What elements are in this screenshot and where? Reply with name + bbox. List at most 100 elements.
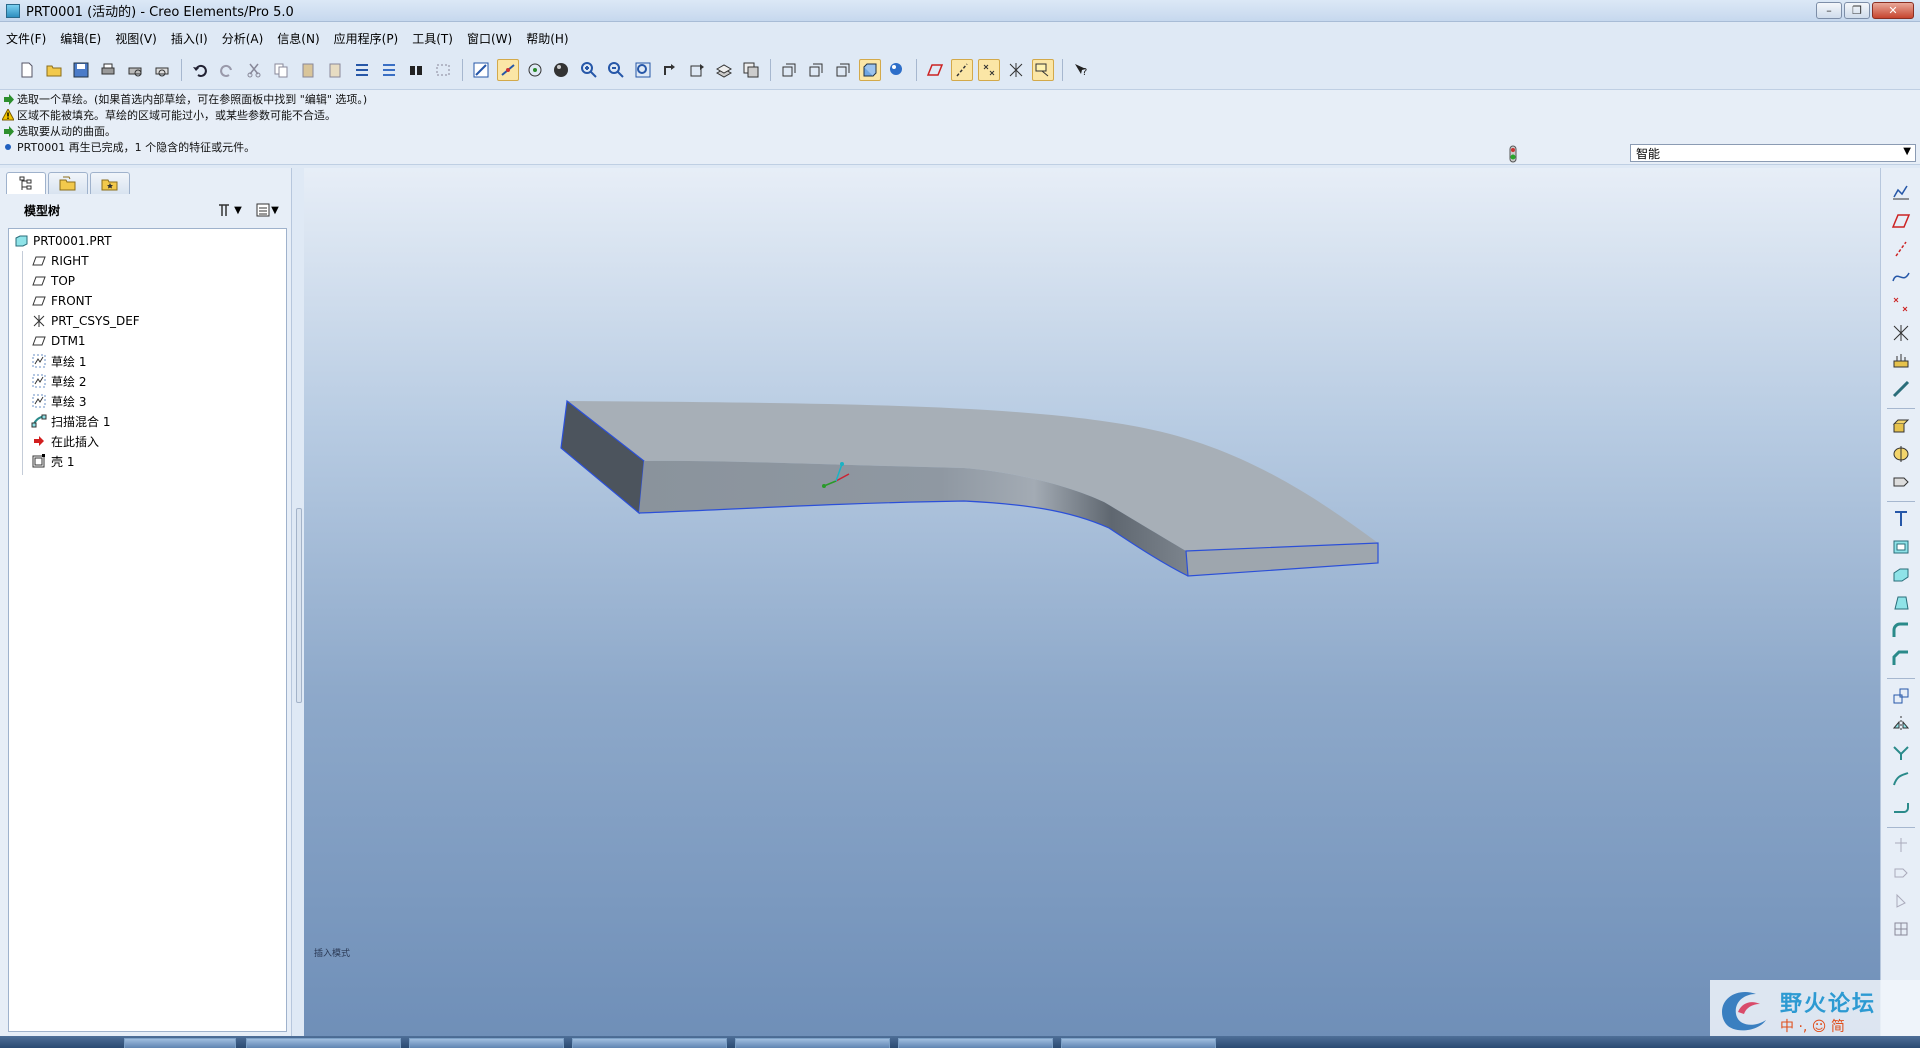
tree-item-front[interactable]: FRONT [9, 291, 286, 311]
menu-info[interactable]: 信息(N) [277, 30, 319, 47]
menu-edit[interactable]: 编辑(E) [60, 30, 101, 47]
tree-item-shell[interactable]: 壳 1 [9, 451, 286, 471]
tree-item-part[interactable]: PRT0001.PRT [9, 231, 286, 251]
datum-curve-tool-button[interactable] [1888, 264, 1914, 290]
layers-button[interactable] [713, 59, 735, 81]
save-button[interactable] [70, 59, 92, 81]
tree-settings-button[interactable]: ▼ [214, 200, 244, 220]
trim-tool-button[interactable] [1888, 767, 1914, 793]
tree-item-insert-here[interactable]: 在此插入 [9, 431, 286, 451]
regenerate-button[interactable] [351, 59, 373, 81]
taskbar-item[interactable] [124, 1038, 236, 1048]
extend-tool-button[interactable] [1888, 795, 1914, 821]
taskbar-item[interactable] [898, 1038, 1053, 1048]
tab-folder-browser[interactable] [48, 172, 88, 194]
round-tool-button[interactable] [1888, 618, 1914, 644]
menu-tools[interactable]: 工具(T) [412, 30, 453, 47]
annotations-toggle[interactable] [1032, 59, 1054, 81]
datum-axes-toggle[interactable] [951, 59, 973, 81]
tab-model-tree[interactable] [6, 172, 46, 194]
refit-button[interactable] [632, 59, 654, 81]
mirror-tool-button[interactable] [1888, 711, 1914, 737]
minimize-button[interactable]: – [1816, 2, 1842, 19]
menu-analysis[interactable]: 分析(A) [222, 30, 264, 47]
hole-tool-button[interactable] [1888, 506, 1914, 532]
revolve-tool-button[interactable] [1888, 441, 1914, 467]
new-file-button[interactable] [16, 59, 38, 81]
tree-item-csys[interactable]: PRT_CSYS_DEF [9, 311, 286, 331]
no-hidden-button[interactable] [832, 59, 854, 81]
merge-tool-button[interactable] [1888, 739, 1914, 765]
taskbar-item[interactable] [735, 1038, 890, 1048]
solidify-tool-button[interactable] [1888, 888, 1914, 914]
redo-button[interactable] [216, 59, 238, 81]
reorient-button[interactable] [659, 59, 681, 81]
pattern-tool-button[interactable] [1888, 683, 1914, 709]
tree-show-button[interactable]: ▼ [252, 200, 282, 220]
chamfer-tool-button[interactable] [1888, 646, 1914, 672]
draft-tool-button[interactable] [1888, 590, 1914, 616]
shell-tool-button[interactable] [1888, 534, 1914, 560]
orient-mode-button[interactable] [524, 59, 546, 81]
rib-tool-button[interactable] [1888, 562, 1914, 588]
menu-help[interactable]: 帮助(H) [526, 30, 568, 47]
tree-item-right[interactable]: RIGHT [9, 251, 286, 271]
appearance-button[interactable] [551, 59, 573, 81]
paste-button[interactable] [297, 59, 319, 81]
extrude-tool-button[interactable] [1888, 413, 1914, 439]
undo-button[interactable] [189, 59, 211, 81]
zoom-out-button[interactable] [605, 59, 627, 81]
print-button[interactable] [97, 59, 119, 81]
datum-plane-tool-button[interactable] [1888, 208, 1914, 234]
cut-button[interactable] [243, 59, 265, 81]
menu-file[interactable]: 文件(F) [6, 30, 46, 47]
datum-point-tool-button[interactable] [1888, 292, 1914, 318]
reference-feature-button[interactable] [1888, 376, 1914, 402]
shading-button[interactable] [859, 59, 881, 81]
close-button[interactable]: ✕ [1872, 2, 1914, 19]
repaint-button[interactable] [470, 59, 492, 81]
view-manager-button[interactable] [740, 59, 762, 81]
csys-tool-button[interactable] [1888, 320, 1914, 346]
variable-sweep-button[interactable] [1888, 469, 1914, 495]
menu-window[interactable]: 窗口(W) [467, 30, 512, 47]
datum-points-toggle[interactable] [978, 59, 1000, 81]
tree-item-dtm1[interactable]: DTM1 [9, 331, 286, 351]
hidden-line-button[interactable] [805, 59, 827, 81]
saved-views-button[interactable] [686, 59, 708, 81]
open-file-button[interactable] [43, 59, 65, 81]
find-button[interactable] [405, 59, 427, 81]
datum-planes-toggle[interactable] [924, 59, 946, 81]
regen-manager-button[interactable] [378, 59, 400, 81]
menu-applications[interactable]: 应用程序(P) [334, 30, 399, 47]
csys-toggle[interactable] [1005, 59, 1027, 81]
selection-filter-select[interactable]: 智能 ▼ [1630, 144, 1916, 162]
send-mail-button[interactable] [151, 59, 173, 81]
panel-splitter-handle[interactable] [296, 508, 302, 703]
taskbar-item[interactable] [1061, 1038, 1216, 1048]
taskbar-item[interactable] [246, 1038, 401, 1048]
analysis-feature-button[interactable] [1888, 348, 1914, 374]
tree-item-sketch-1[interactable]: 草绘 1 [9, 351, 286, 371]
select-box-button[interactable] [432, 59, 454, 81]
tree-item-swept-blend[interactable]: 扫描混合 1 [9, 411, 286, 431]
paste-special-button[interactable] [324, 59, 346, 81]
tab-favorites[interactable] [90, 172, 130, 194]
datum-axis-tool-button[interactable] [1888, 236, 1914, 262]
taskbar-item[interactable] [572, 1038, 727, 1048]
tree-item-sketch-2[interactable]: 草绘 2 [9, 371, 286, 391]
offset-tool-button[interactable] [1888, 832, 1914, 858]
wireframe-button[interactable] [778, 59, 800, 81]
thicken-tool-button[interactable] [1888, 860, 1914, 886]
copy-button[interactable] [270, 59, 292, 81]
tree-item-top[interactable]: TOP [9, 271, 286, 291]
menu-insert[interactable]: 插入(I) [171, 30, 208, 47]
maximize-button[interactable]: ❐ [1844, 2, 1870, 19]
sketch-tool-button[interactable] [1888, 180, 1914, 206]
enhanced-realism-button[interactable] [886, 59, 908, 81]
menu-view[interactable]: 视图(V) [115, 30, 157, 47]
zoom-in-button[interactable] [578, 59, 600, 81]
taskbar-item[interactable] [409, 1038, 564, 1048]
intersect-tool-button[interactable] [1888, 916, 1914, 942]
print-preview-button[interactable] [124, 59, 146, 81]
